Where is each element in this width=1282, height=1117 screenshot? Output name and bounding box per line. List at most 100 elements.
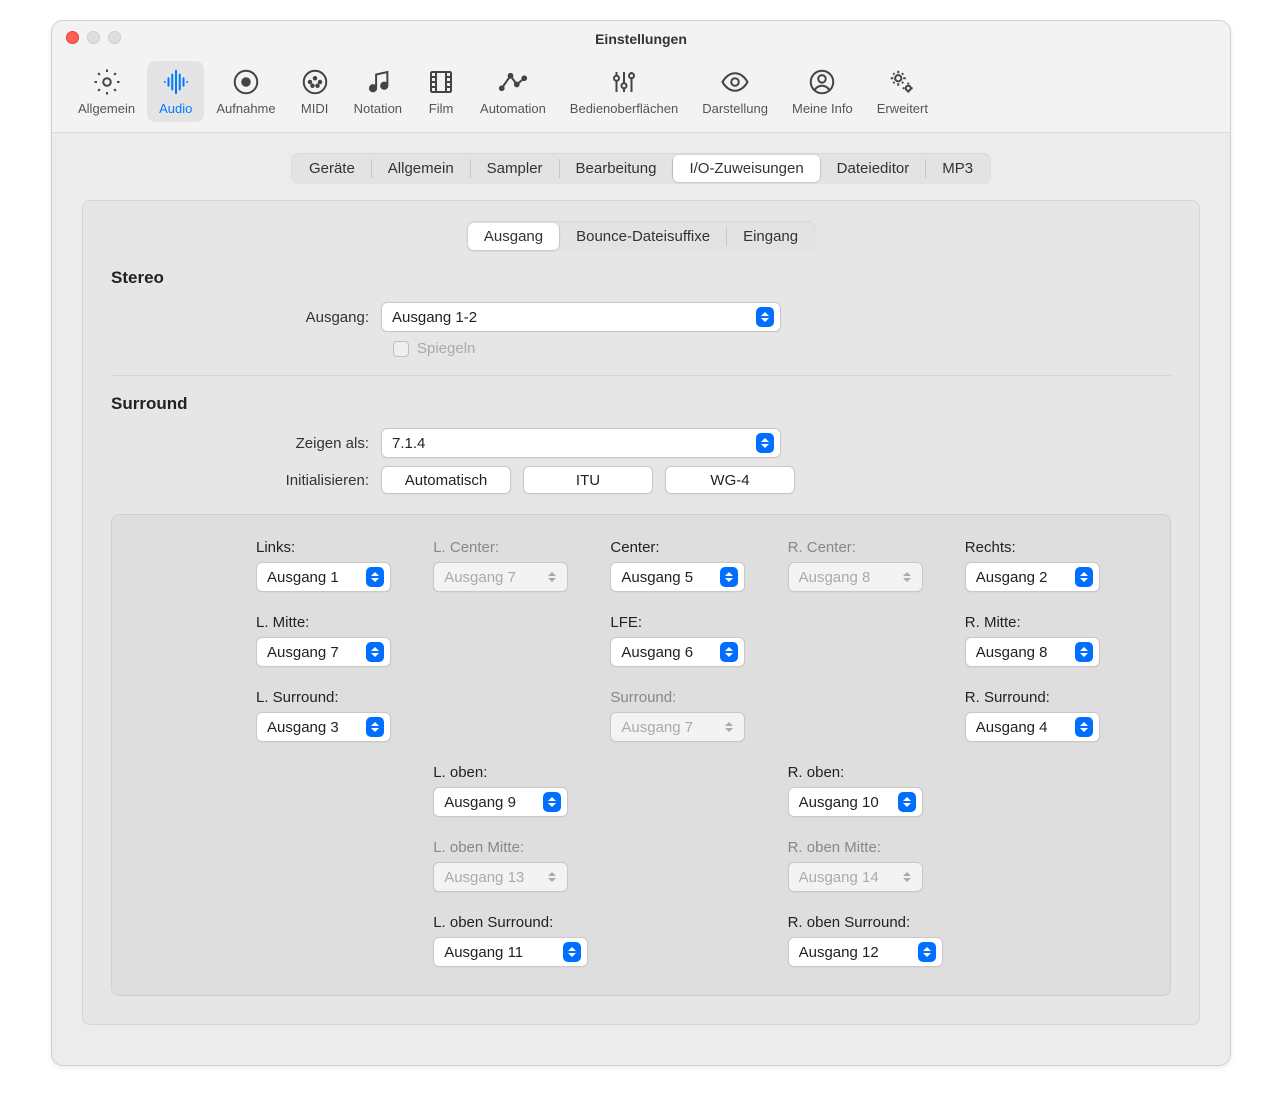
ch-l-surround-popup[interactable]: Ausgang 3	[256, 712, 391, 742]
sliders-icon	[609, 67, 639, 97]
tab-dateieditor[interactable]: Dateieditor	[821, 155, 926, 182]
window-title: Einstellungen	[595, 31, 687, 47]
ch-r-oben-mitte: R. oben Mitte: Ausgang 14	[788, 839, 949, 892]
tab-ausgang[interactable]: Ausgang	[468, 223, 559, 250]
stepper-icon	[366, 642, 384, 662]
toolbar-label: Notation	[354, 101, 402, 116]
toolbar-label: Allgemein	[78, 101, 135, 116]
ch-l-oben: L. oben: Ausgang 9	[433, 764, 594, 817]
tab-allgemein[interactable]: Allgemein	[372, 155, 470, 182]
eye-icon	[720, 67, 750, 97]
stepper-icon	[918, 942, 936, 962]
subtabs-2: Ausgang Bounce-Dateisuffixe Eingang	[466, 221, 816, 252]
ch-l-oben-surround: L. oben Surround: Ausgang 11	[433, 914, 594, 967]
toolbar-aufnahme[interactable]: Aufnahme	[204, 61, 287, 122]
tab-mp3[interactable]: MP3	[926, 155, 989, 182]
stepper-icon	[543, 792, 561, 812]
ch-links: Links: Ausgang 1	[256, 539, 417, 592]
ch-lfe-popup[interactable]: Ausgang 6	[610, 637, 745, 667]
toolbar-meine-info[interactable]: Meine Info	[780, 61, 865, 122]
toolbar-automation[interactable]: Automation	[468, 61, 558, 122]
panel: Ausgang Bounce-Dateisuffixe Eingang Ster…	[82, 200, 1200, 1025]
ch-center: Center: Ausgang 5	[610, 539, 771, 592]
ch-links-popup[interactable]: Ausgang 1	[256, 562, 391, 592]
toolbar-erweitert[interactable]: Erweitert	[865, 61, 940, 122]
toolbar-label: Audio	[159, 101, 192, 116]
gear-icon	[92, 67, 122, 97]
ch-l-mitte-popup[interactable]: Ausgang 7	[256, 637, 391, 667]
tab-bounce-suffixe[interactable]: Bounce-Dateisuffixe	[560, 223, 726, 250]
minimize-button[interactable]	[87, 31, 100, 44]
ch-r-surround-popup[interactable]: Ausgang 4	[965, 712, 1100, 742]
toolbar-label: Meine Info	[792, 101, 853, 116]
ch-r-mitte-popup[interactable]: Ausgang 8	[965, 637, 1100, 667]
zoom-button[interactable]	[108, 31, 121, 44]
show-as-popup[interactable]: 7.1.4	[381, 428, 781, 458]
ch-r-oben: R. oben: Ausgang 10	[788, 764, 949, 817]
stepper-icon	[1075, 642, 1093, 662]
ch-r-oben-surround: R. oben Surround: Ausgang 12	[788, 914, 949, 967]
ch-l-oben-popup[interactable]: Ausgang 9	[433, 787, 568, 817]
show-as-label: Zeigen als:	[111, 435, 381, 452]
record-icon	[231, 67, 261, 97]
tab-io-zuweisungen[interactable]: I/O-Zuweisungen	[673, 155, 819, 182]
tab-bearbeitung[interactable]: Bearbeitung	[560, 155, 673, 182]
mirror-checkbox	[393, 341, 409, 357]
subtabs-1: Geräte Allgemein Sampler Bearbeitung I/O…	[291, 153, 991, 184]
ch-l-center-popup: Ausgang 7	[433, 562, 568, 592]
tab-eingang[interactable]: Eingang	[727, 223, 814, 250]
ch-l-oben-surround-popup[interactable]: Ausgang 11	[433, 937, 588, 967]
ch-rechts-popup[interactable]: Ausgang 2	[965, 562, 1100, 592]
toolbar-label: Bedienoberflächen	[570, 101, 678, 116]
toolbar-audio[interactable]: Audio	[147, 61, 204, 122]
stepper-icon	[543, 567, 561, 587]
toolbar-film[interactable]: Film	[414, 61, 468, 122]
stepper-icon	[1075, 717, 1093, 737]
midi-icon	[300, 67, 330, 97]
toolbar-allgemein[interactable]: Allgemein	[66, 61, 147, 122]
stepper-icon	[756, 433, 774, 453]
ch-l-surround: L. Surround: Ausgang 3	[256, 689, 417, 742]
ch-l-mitte: L. Mitte: Ausgang 7	[256, 614, 417, 667]
toolbar-label: Automation	[480, 101, 546, 116]
ch-r-oben-popup[interactable]: Ausgang 10	[788, 787, 923, 817]
stepper-icon	[366, 717, 384, 737]
ch-lfe: LFE: Ausgang 6	[610, 614, 771, 667]
waveform-icon	[161, 67, 191, 97]
gears-icon	[887, 67, 917, 97]
stepper-icon	[543, 867, 561, 887]
ch-r-center-popup: Ausgang 8	[788, 562, 923, 592]
ch-rechts: Rechts: Ausgang 2	[965, 539, 1126, 592]
ch-r-oben-mitte-popup: Ausgang 14	[788, 862, 923, 892]
toolbar-label: Erweitert	[877, 101, 928, 116]
init-auto-button[interactable]: Automatisch	[381, 466, 511, 494]
init-label: Initialisieren:	[111, 472, 381, 489]
film-icon	[426, 67, 456, 97]
init-button-group: Automatisch ITU WG-4	[381, 466, 795, 494]
ch-center-popup[interactable]: Ausgang 5	[610, 562, 745, 592]
ch-l-oben-mitte: L. oben Mitte: Ausgang 13	[433, 839, 594, 892]
init-wg4-button[interactable]: WG-4	[665, 466, 795, 494]
stepper-icon	[720, 717, 738, 737]
ch-surround-popup: Ausgang 7	[610, 712, 745, 742]
ch-r-oben-surround-popup[interactable]: Ausgang 12	[788, 937, 943, 967]
ch-l-center: L. Center: Ausgang 7	[433, 539, 594, 592]
ch-r-center: R. Center: Ausgang 8	[788, 539, 949, 592]
toolbar-notation[interactable]: Notation	[342, 61, 414, 122]
toolbar-label: Aufnahme	[216, 101, 275, 116]
content: Geräte Allgemein Sampler Bearbeitung I/O…	[52, 133, 1230, 1065]
mirror-checkbox-row: Spiegeln	[393, 340, 1171, 357]
toolbar-bedienoberflaechen[interactable]: Bedienoberflächen	[558, 61, 690, 122]
surround-channel-box: Links: Ausgang 1 L. Center: Ausgang 7 Ce…	[111, 514, 1171, 996]
close-button[interactable]	[66, 31, 79, 44]
toolbar-darstellung[interactable]: Darstellung	[690, 61, 780, 122]
tab-geraete[interactable]: Geräte	[293, 155, 371, 182]
toolbar-label: Darstellung	[702, 101, 768, 116]
stepper-icon	[563, 942, 581, 962]
ch-l-oben-mitte-popup: Ausgang 13	[433, 862, 568, 892]
tab-sampler[interactable]: Sampler	[471, 155, 559, 182]
preferences-window: Einstellungen Allgemein Audio Aufnahme M…	[51, 20, 1231, 1066]
stereo-output-popup[interactable]: Ausgang 1-2	[381, 302, 781, 332]
init-itu-button[interactable]: ITU	[523, 466, 653, 494]
toolbar-midi[interactable]: MIDI	[288, 61, 342, 122]
